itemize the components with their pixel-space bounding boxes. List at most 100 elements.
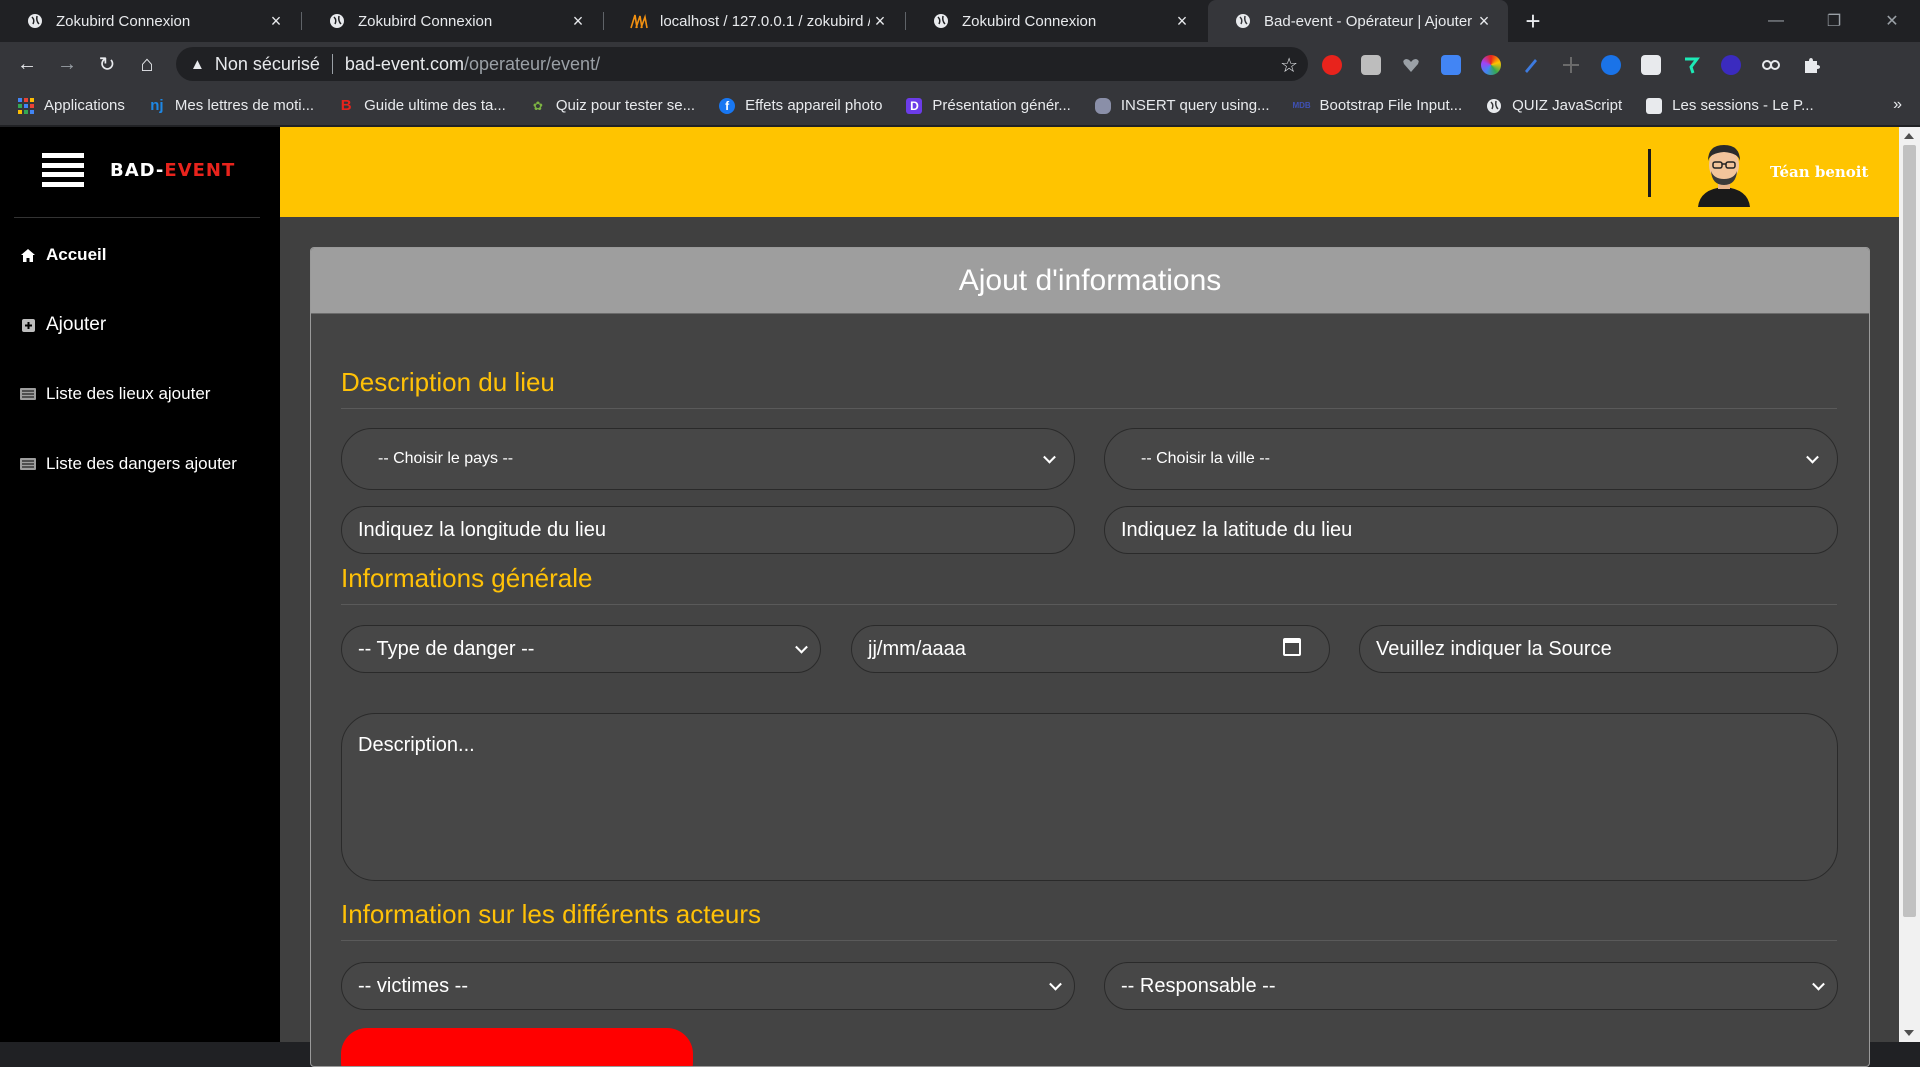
sidebar-item-liste-lieux[interactable]: Liste des lieux ajouter: [20, 384, 210, 404]
tab-title: Bad-event - Opérateur | Ajouter: [1264, 12, 1473, 30]
apps-grid-icon: [18, 97, 34, 114]
menu-toggle-icon[interactable]: [42, 153, 84, 187]
adblock-extension-icon[interactable]: [1322, 55, 1342, 75]
bookmark-item[interactable]: Applications: [18, 97, 125, 114]
bookmark-item[interactable]: Les sessions - Le P...: [1646, 97, 1814, 114]
restore-button[interactable]: ❐: [1806, 0, 1862, 42]
close-window-button[interactable]: ✕: [1864, 0, 1920, 42]
scroll-down-arrow[interactable]: [1904, 1030, 1914, 1036]
badge-extension-icon[interactable]: [1721, 55, 1741, 75]
page-scrollbar[interactable]: [1899, 127, 1920, 1042]
tab-bar: Zokubird Connexion × Zokubird Connexion …: [0, 0, 1920, 42]
heart-extension-icon[interactable]: [1401, 55, 1421, 75]
pen-extension-icon[interactable]: [1521, 55, 1541, 75]
bookmarks-more-button[interactable]: »: [1893, 96, 1902, 114]
t-extension-icon[interactable]: [1641, 55, 1661, 75]
puzzle-extensions-icon[interactable]: [1801, 55, 1821, 75]
bookmark-item[interactable]: MDB Bootstrap File Input...: [1292, 97, 1462, 114]
color-picker-extension-icon[interactable]: [1481, 55, 1501, 75]
tab-3[interactable]: localhost / 127.0.0.1 / zokubird / ×: [604, 0, 904, 42]
reload-button[interactable]: ↻: [90, 47, 124, 81]
victims-select-value: -- victimes --: [358, 974, 468, 997]
drop-extension-icon[interactable]: [1601, 55, 1621, 75]
leaf-extension-icon[interactable]: [1681, 55, 1701, 75]
sidebar-item-liste-dangers[interactable]: Liste des dangers ajouter: [20, 454, 237, 474]
sidebar-item-ajouter[interactable]: Ajouter: [20, 314, 106, 336]
close-tab-icon[interactable]: ×: [870, 11, 890, 32]
globe-icon: [1234, 12, 1252, 30]
home-button[interactable]: ⌂: [130, 47, 164, 81]
date-input[interactable]: jj/mm/aaaa: [851, 625, 1330, 673]
glasses-extension-icon[interactable]: [1761, 55, 1781, 75]
bookmark-item[interactable]: B Guide ultime des ta...: [338, 97, 506, 114]
bookmark-item[interactable]: ✿ Quiz pour tester se...: [530, 97, 695, 114]
close-tab-icon[interactable]: ×: [1474, 11, 1494, 32]
chevron-down-icon: [1812, 977, 1825, 991]
responsible-select[interactable]: -- Responsable --: [1104, 962, 1838, 1010]
close-tab-icon[interactable]: ×: [1172, 11, 1192, 32]
user-name[interactable]: Téan benoit: [1770, 163, 1868, 181]
danger-type-select[interactable]: -- Type de danger --: [341, 625, 821, 673]
tab-4[interactable]: Zokubird Connexion ×: [906, 0, 1206, 42]
scroll-up-arrow[interactable]: [1904, 133, 1914, 139]
submit-button[interactable]: [341, 1028, 693, 1066]
longitude-input[interactable]: Indiquez la longitude du lieu: [341, 506, 1075, 554]
chevron-down-icon: [1049, 977, 1062, 991]
close-tab-icon[interactable]: ×: [266, 11, 286, 32]
globe-icon: [26, 12, 44, 30]
danger-type-value: -- Type de danger --: [358, 637, 535, 660]
tab-1[interactable]: Zokubird Connexion ×: [0, 0, 300, 42]
new-tab-button[interactable]: +: [1520, 6, 1546, 36]
tab-title: Zokubird Connexion: [358, 12, 493, 30]
section-title-informations: Informations générale: [341, 563, 593, 593]
bookmark-item[interactable]: nj Mes lettres de moti...: [149, 97, 314, 114]
back-button[interactable]: ←: [10, 47, 44, 81]
sidebar-item-label: Ajouter: [46, 314, 107, 335]
sidebar-item-accueil[interactable]: Accueil: [20, 245, 106, 265]
city-select[interactable]: -- Choisir la ville --: [1104, 428, 1838, 490]
move-extension-icon[interactable]: [1561, 55, 1581, 75]
chevron-down-icon: [1043, 450, 1056, 464]
tab-2[interactable]: Zokubird Connexion ×: [302, 0, 602, 42]
bookmark-item[interactable]: INSERT query using...: [1094, 97, 1270, 114]
city-select-value: -- Choisir la ville --: [1141, 450, 1270, 467]
translate-extension-icon[interactable]: [1441, 55, 1461, 75]
list-icon: [20, 457, 36, 471]
sidebar: BAD-EVENT Accueil Ajouter Liste des lieu…: [0, 127, 280, 1042]
card-header: Ajout d'informations: [311, 248, 1869, 314]
scroll-thumb[interactable]: [1903, 145, 1916, 917]
globe-icon: [328, 12, 346, 30]
latitude-input[interactable]: Indiquez la latitude du lieu: [1104, 506, 1838, 554]
close-tab-icon[interactable]: ×: [568, 11, 588, 32]
tab-5-active[interactable]: Bad-event - Opérateur | Ajouter ×: [1208, 0, 1508, 42]
country-select[interactable]: -- Choisir le pays --: [341, 428, 1075, 490]
brand[interactable]: BAD-EVENT: [42, 153, 235, 187]
d-icon: D: [906, 97, 923, 114]
mdb-icon: MDB: [1292, 101, 1311, 110]
user-avatar[interactable]: [1692, 139, 1756, 207]
source-input[interactable]: Veuillez indiquer la Source: [1359, 625, 1838, 673]
quiz-icon: ✿: [532, 98, 543, 113]
security-status[interactable]: Non sécurisé: [215, 54, 320, 75]
victims-select[interactable]: -- victimes --: [341, 962, 1075, 1010]
bookmark-item[interactable]: D Présentation génér...: [906, 97, 1071, 114]
warning-icon[interactable]: ▲: [190, 56, 205, 73]
sidebar-divider: [14, 217, 260, 218]
section-divider: [341, 940, 1837, 941]
calendar-icon[interactable]: [1283, 638, 1301, 656]
tab-title: Zokubird Connexion: [56, 12, 191, 30]
bookmark-item[interactable]: f Effets appareil photo: [719, 97, 882, 114]
minimize-button[interactable]: —: [1748, 0, 1804, 42]
description-placeholder: Description...: [358, 734, 475, 756]
bookmark-item[interactable]: QUIZ JavaScript: [1486, 97, 1622, 114]
extension-icon[interactable]: [1361, 55, 1381, 75]
source-placeholder: Veuillez indiquer la Source: [1376, 637, 1612, 660]
country-select-value: -- Choisir le pays --: [378, 450, 514, 467]
list-icon: [20, 387, 36, 401]
address-bar[interactable]: ▲ Non sécurisé bad-event.com /operateur/…: [176, 47, 1308, 81]
forward-button[interactable]: →: [50, 47, 84, 81]
responsible-select-value: -- Responsable --: [1121, 974, 1276, 997]
description-textarea[interactable]: Description...: [341, 713, 1838, 881]
bookmark-star-icon[interactable]: ☆: [1280, 53, 1298, 78]
section-title-acteurs: Information sur les différents acteurs: [341, 899, 762, 929]
